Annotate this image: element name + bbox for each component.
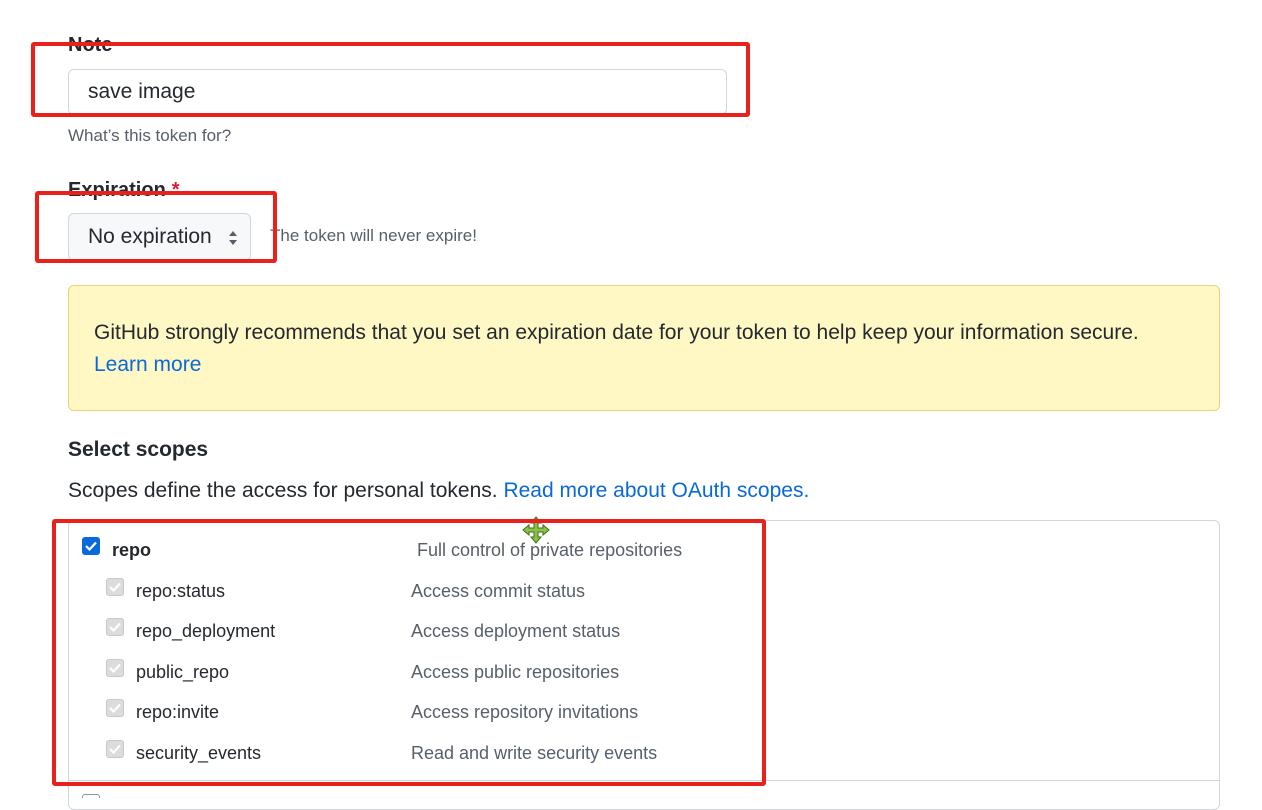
repo-invite-checkbox[interactable]: [106, 699, 124, 717]
repo-status-checkbox[interactable]: [106, 578, 124, 596]
public-repo-checkbox[interactable]: [106, 659, 124, 677]
scope-name-security-events: security_events: [136, 743, 262, 763]
select-caret-icon: [229, 231, 237, 245]
check-icon: [109, 663, 121, 673]
scope-desc-repo-deployment: Access deployment status: [411, 621, 621, 641]
scope-name-repo-status: repo:status: [136, 581, 226, 601]
check-icon: [85, 541, 97, 551]
scopes-table: [68, 520, 1220, 810]
scope-desc-security-events: Read and write security events: [411, 743, 658, 763]
scope-name-repo: repo: [112, 540, 152, 560]
scope-desc-repo-invite: Access repository invitations: [411, 702, 639, 722]
scope-desc-repo-status: Access commit status: [411, 581, 586, 601]
learn-more-link[interactable]: Learn more: [94, 353, 201, 376]
repo-deployment-checkbox[interactable]: [106, 618, 124, 636]
security-events-checkbox[interactable]: [106, 740, 124, 758]
next-scope-checkbox[interactable]: [82, 794, 100, 798]
note-input[interactable]: [68, 69, 727, 115]
scope-name-repo-invite: repo:invite: [136, 702, 220, 722]
expiration-select-value: No expiration: [88, 225, 212, 248]
scopes-description-text: Scopes define the access for personal to…: [68, 479, 498, 502]
check-icon: [109, 622, 121, 632]
move-cursor-icon: [522, 516, 550, 544]
note-hint: What’s this token for?: [68, 126, 232, 145]
expiration-select[interactable]: No expiration: [68, 213, 251, 261]
expiration-warning-banner: GitHub strongly recommends that you set …: [68, 285, 1220, 411]
scopes-divider: [68, 780, 1220, 781]
check-icon: [109, 703, 121, 713]
repo-checkbox[interactable]: [82, 537, 100, 555]
oauth-scopes-link[interactable]: Read more about OAuth scopes.: [503, 479, 809, 502]
note-label: Note: [68, 34, 113, 56]
scopes-description: Scopes define the access for personal to…: [68, 478, 809, 504]
check-icon: [109, 582, 121, 592]
scope-desc-public-repo: Access public repositories: [411, 662, 620, 682]
expiration-hint: The token will never expire!: [270, 226, 477, 245]
expiration-label-text: Expiration: [68, 179, 166, 201]
expiration-label: Expiration *: [68, 178, 180, 202]
required-mark: *: [171, 179, 180, 201]
scope-name-repo-deployment: repo_deployment: [136, 621, 276, 641]
check-icon: [109, 744, 121, 754]
warning-message: GitHub strongly recommends that you set …: [94, 321, 1139, 344]
scope-name-public-repo: public_repo: [136, 662, 230, 682]
scopes-heading: Select scopes: [68, 438, 209, 461]
